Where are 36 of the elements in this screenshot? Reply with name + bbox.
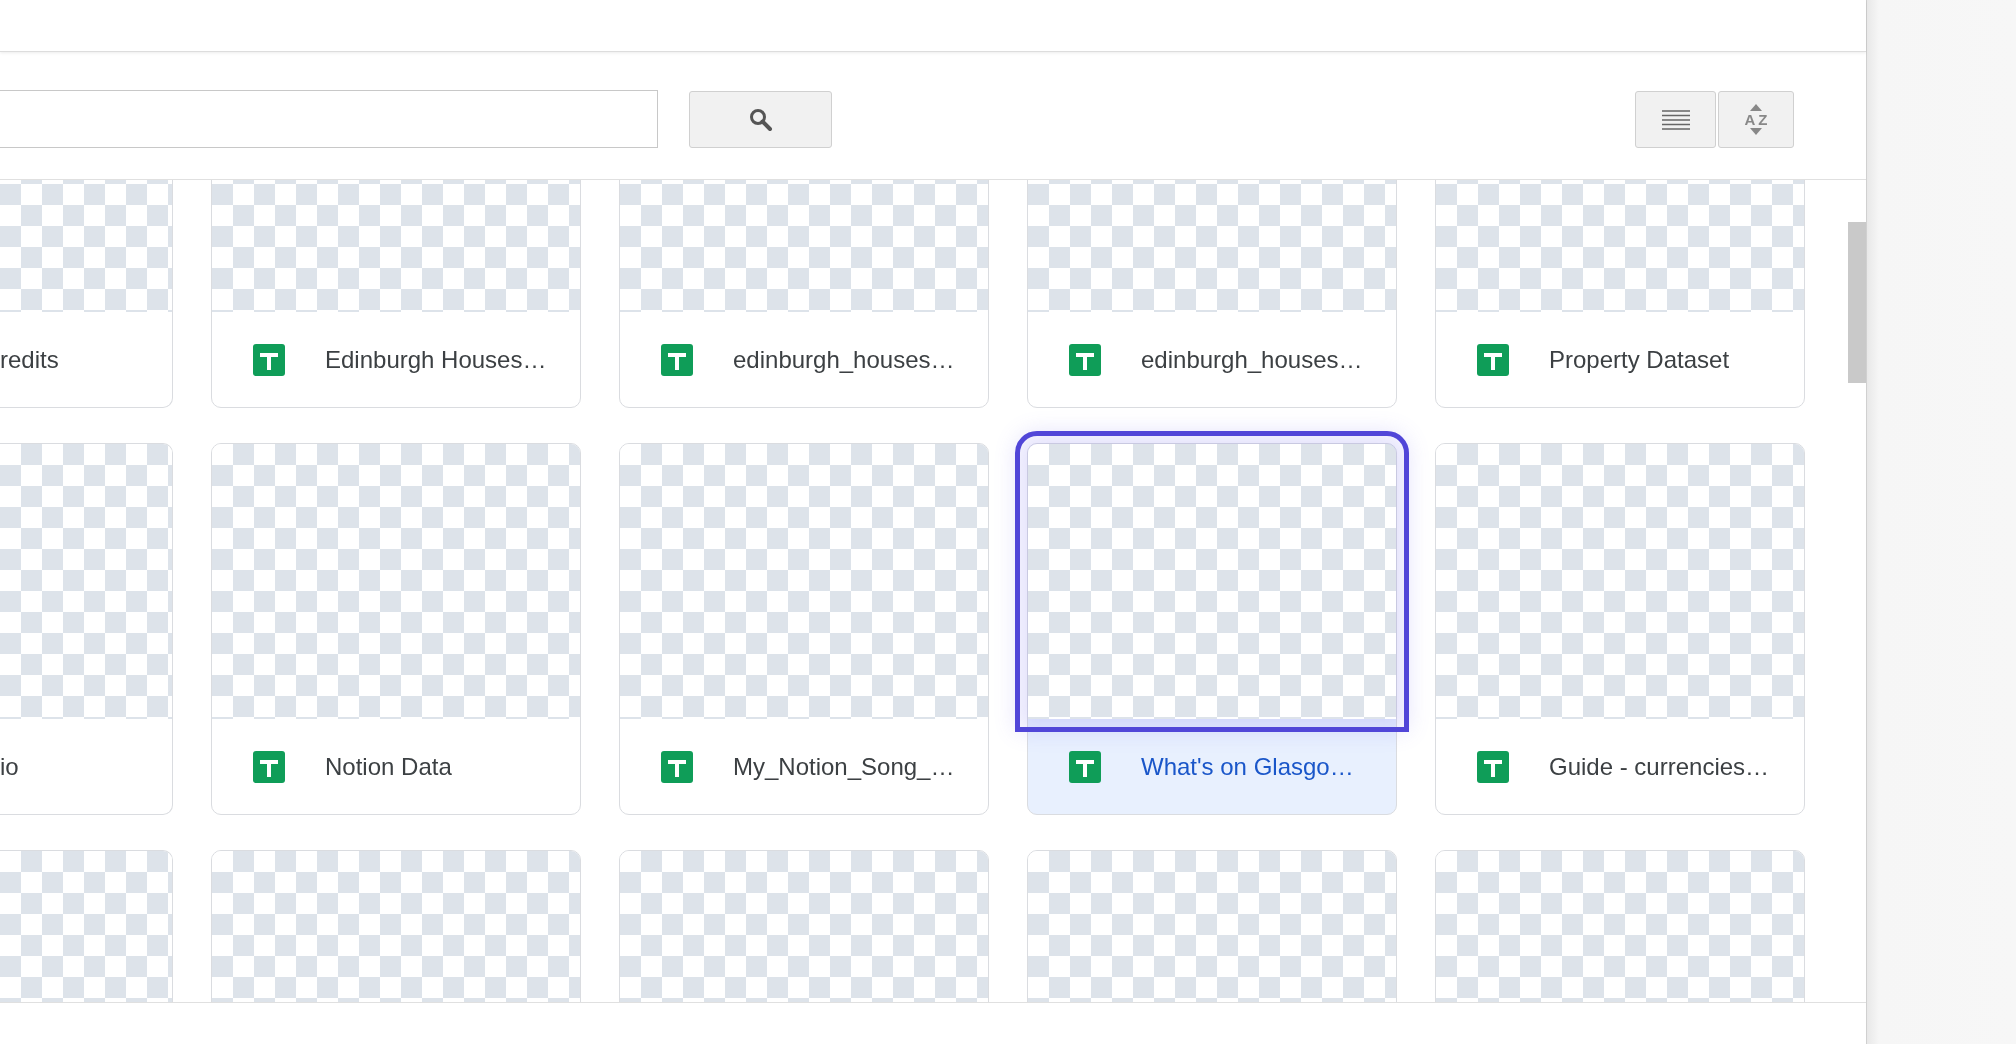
file-name: Edinburgh Houses… (325, 345, 547, 374)
file-name: What's on Glasgo… (1141, 752, 1354, 781)
spreadsheet-icon (661, 750, 693, 783)
up-triangle-icon (1750, 104, 1762, 111)
spreadsheet-icon (1477, 750, 1509, 783)
file-name: My_Notion_Song_… (733, 752, 955, 781)
search-icon (747, 106, 774, 133)
file-name: io (0, 752, 19, 781)
file-card[interactable]: Edinburgh Houses… (211, 180, 581, 408)
search-field[interactable] (0, 90, 658, 148)
spreadsheet-icon (1477, 343, 1509, 376)
file-name: edinburgh_houses… (733, 345, 955, 374)
spreadsheet-icon (661, 343, 693, 376)
spreadsheet-icon (1069, 750, 1101, 783)
file-name: redits (0, 345, 59, 374)
file-name: Guide - currencies… (1549, 752, 1770, 781)
file-card[interactable]: My_Notion_Song_… (619, 443, 989, 815)
file-card[interactable]: io (0, 443, 173, 815)
file-card[interactable]: edinburgh_houses… (1027, 180, 1397, 408)
file-card[interactable]: Guide - currencies… (1435, 443, 1805, 815)
file-name: Notion Data (325, 752, 452, 781)
file-card[interactable]: redits (0, 180, 173, 408)
file-name: Property Dataset (1549, 345, 1730, 374)
file-card[interactable]: Notion Data (211, 443, 581, 815)
down-triangle-icon (1750, 128, 1762, 135)
file-card[interactable]: What's on Glasgo… (1027, 443, 1397, 815)
spreadsheet-icon (253, 750, 285, 783)
search-button[interactable] (689, 91, 832, 148)
file-card[interactable]: Property Dataset (1435, 180, 1805, 408)
file-card[interactable]: edinburgh_houses… (619, 180, 989, 408)
list-icon (1660, 108, 1691, 131)
file-name: edinburgh_houses… (1141, 345, 1363, 374)
scrollbar-thumb[interactable] (1848, 222, 1866, 383)
spreadsheet-icon (1069, 343, 1101, 376)
spreadsheet-icon (253, 343, 285, 376)
list-view-button[interactable] (1635, 91, 1716, 148)
